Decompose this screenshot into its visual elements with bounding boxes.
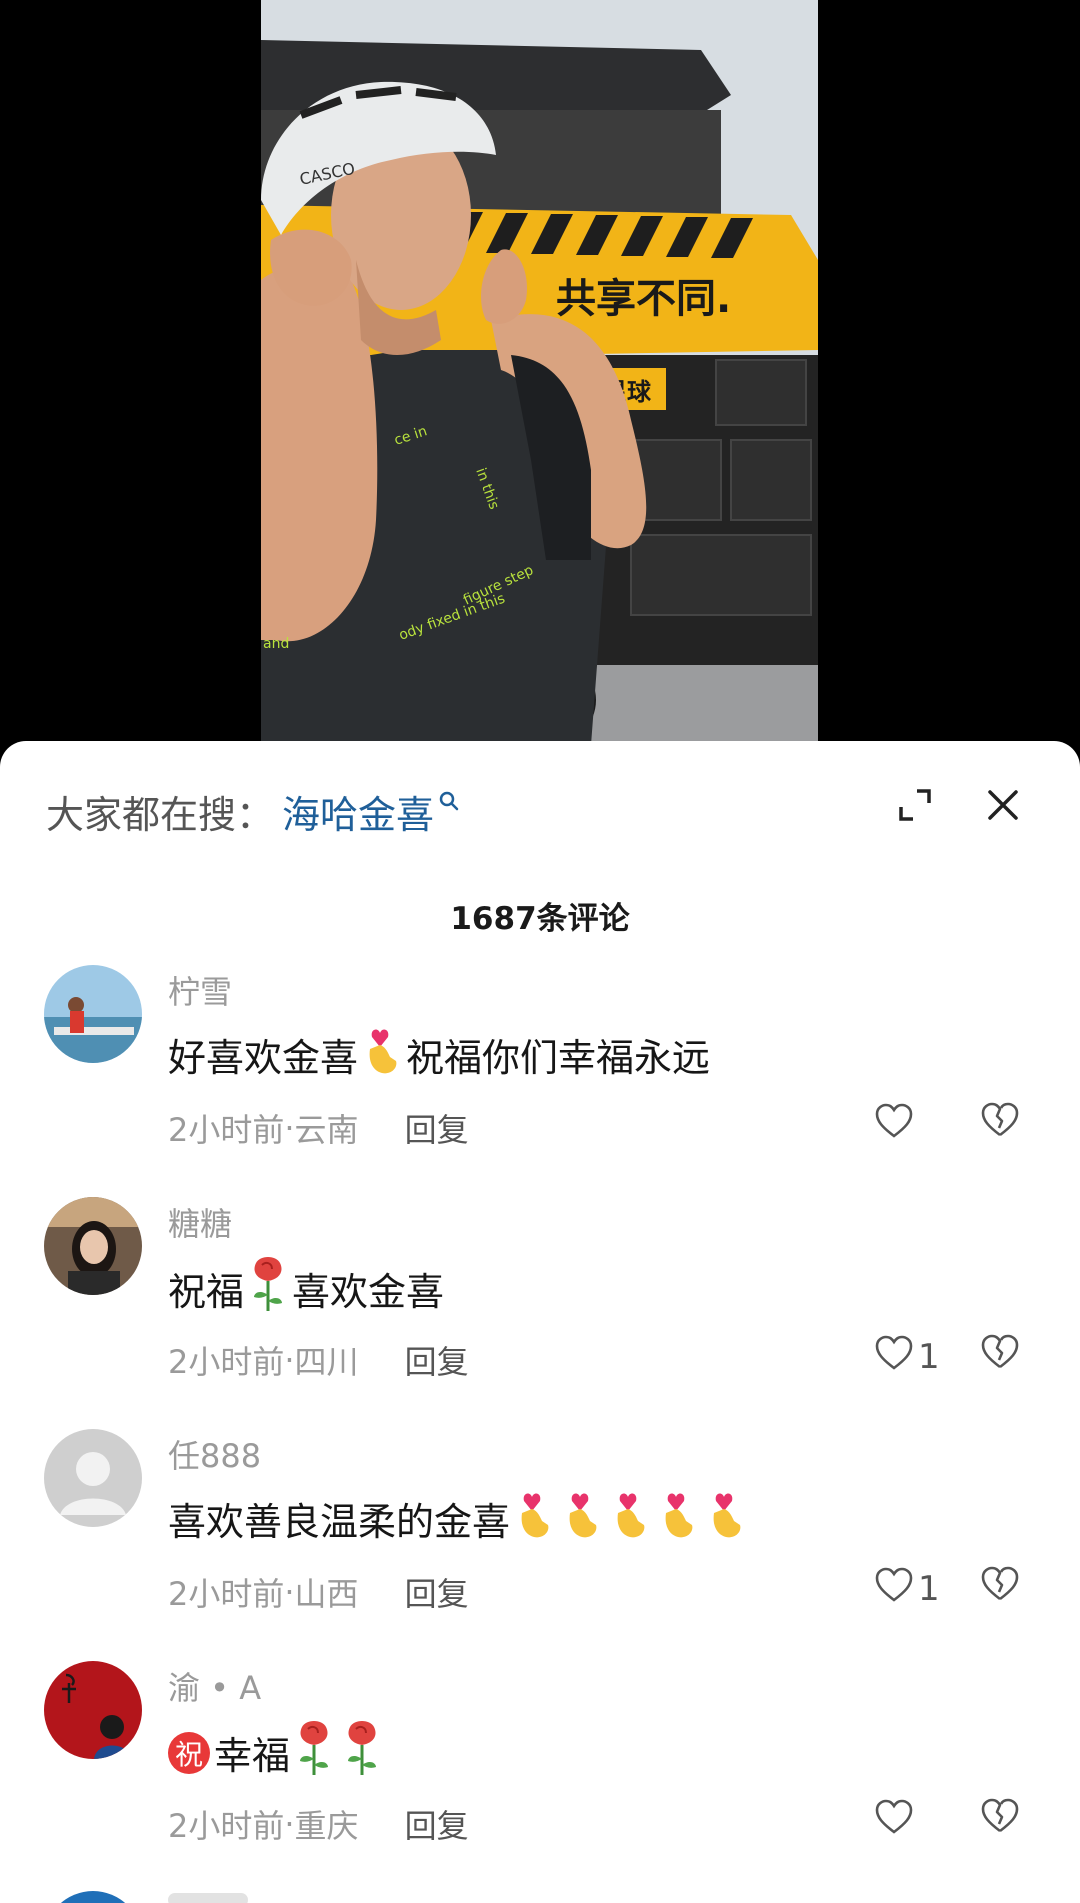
broken-heart-icon <box>980 1566 1020 1607</box>
dislike-button[interactable] <box>980 1101 1020 1149</box>
jersey-text-4: and <box>263 636 289 652</box>
separator: · <box>284 1341 295 1379</box>
video-scene: 共享不同. 鹿星球 <box>261 0 818 745</box>
like-button[interactable]: 1 <box>874 1333 940 1381</box>
trending-search-prefix: 大家都在搜： <box>46 792 275 837</box>
reply-button[interactable]: 回复 <box>405 1337 469 1383</box>
comment-text-part: 祝福 <box>168 1270 245 1314</box>
like-button[interactable]: 1 <box>874 1565 940 1613</box>
close-icon <box>985 787 1021 827</box>
comment-username[interactable]: 任888 <box>168 1431 261 1477</box>
comment-time: 2小时前 <box>168 1807 285 1845</box>
separator: · <box>284 1805 295 1843</box>
separator: · <box>284 1573 295 1611</box>
comment-username[interactable]: 渝 • A <box>168 1663 261 1709</box>
broken-heart-icon <box>980 1102 1020 1143</box>
like-button[interactable] <box>874 1101 918 1149</box>
finger-heart-emoji <box>704 1487 748 1550</box>
trending-search-term[interactable]: 海哈金喜 <box>282 784 434 839</box>
comment-time: 2小时前 <box>168 1575 285 1613</box>
comment-time: 2小时前 <box>168 1111 285 1149</box>
avatar[interactable] <box>44 1429 142 1527</box>
comment-text: 好喜欢金喜 祝福你们幸福永远 <box>168 1023 710 1086</box>
broken-heart-icon <box>980 1334 1020 1375</box>
search-icon <box>438 777 460 821</box>
separator: · <box>284 1109 295 1147</box>
comment-username-placeholder <box>168 1893 248 1903</box>
rose-emoji <box>246 1255 290 1322</box>
like-button[interactable] <box>874 1797 918 1845</box>
close-button[interactable] <box>973 777 1033 837</box>
finger-heart-emoji <box>512 1487 556 1550</box>
comment-item: 渝 • A 祝 幸福 2小时前 · 重庆 回复 <box>0 1661 1080 1893</box>
heart-outline-icon <box>874 1102 914 1149</box>
comment-location: 山西 <box>294 1575 359 1613</box>
dislike-button[interactable] <box>980 1797 1020 1845</box>
comment-username[interactable]: 糖糖 <box>168 1199 232 1245</box>
heart-outline-icon <box>874 1334 914 1381</box>
rose-emoji <box>340 1719 384 1786</box>
banner-text: 共享不同. <box>556 276 731 322</box>
avatar[interactable] <box>44 965 142 1063</box>
comment-item: 任888 喜欢善良温柔的金喜 2小时前 · 山西 回复 1 <box>0 1429 1080 1661</box>
comment-text-part: 好喜欢金喜 <box>168 1036 359 1080</box>
comment-text: 祝福 喜欢金喜 <box>168 1255 444 1322</box>
rose-emoji <box>292 1719 336 1786</box>
comment-meta: 2小时前 · 云南 回复 <box>168 1105 469 1151</box>
finger-heart-emoji <box>360 1023 404 1086</box>
bless-badge: 祝 <box>168 1731 210 1774</box>
broken-heart-icon <box>980 1798 1020 1839</box>
expand-button[interactable] <box>885 777 945 837</box>
avatar[interactable] <box>44 1197 142 1295</box>
like-count: 1 <box>918 1569 940 1609</box>
dislike-button[interactable] <box>980 1565 1020 1613</box>
comment-sheet: 大家都在搜： 海哈金喜 1687条评论 柠雪 好喜欢金喜 祝福你们幸福永远 2小… <box>0 741 1080 1903</box>
expand-icon <box>895 785 935 829</box>
avatar[interactable] <box>44 1661 142 1759</box>
comment-username[interactable]: 柠雪 <box>168 967 232 1013</box>
reply-button[interactable]: 回复 <box>405 1569 469 1615</box>
comment-item: 糖糖 祝福 喜欢金喜 2小时前 · 四川 回复 1 <box>0 1197 1080 1429</box>
video-player[interactable]: 共享不同. 鹿星球 <box>0 0 1080 745</box>
video-frame: 共享不同. 鹿星球 <box>261 0 818 745</box>
finger-heart-emoji <box>560 1487 604 1550</box>
reply-button[interactable]: 回复 <box>405 1801 469 1847</box>
heart-outline-icon <box>874 1798 914 1845</box>
comment-time: 2小时前 <box>168 1343 285 1381</box>
comment-text: 喜欢善良温柔的金喜 <box>168 1487 750 1550</box>
comment-meta: 2小时前 · 山西 回复 <box>168 1569 469 1615</box>
comment-text-part: 喜欢金喜 <box>292 1270 445 1314</box>
comment-location: 四川 <box>294 1343 359 1381</box>
reply-button[interactable]: 回复 <box>405 1105 469 1151</box>
comment-text-part: 喜欢善良温柔的金喜 <box>168 1500 511 1544</box>
like-count: 1 <box>918 1337 940 1377</box>
trending-search[interactable]: 大家都在搜： 海哈金喜 <box>46 781 460 841</box>
comment-meta: 2小时前 · 重庆 回复 <box>168 1801 469 1847</box>
comment-text: 祝 幸福 <box>168 1719 386 1786</box>
finger-heart-emoji <box>608 1487 652 1550</box>
comment-count: 1687条评论 <box>450 901 630 937</box>
comment-location: 云南 <box>294 1111 359 1149</box>
comment-text-part: 幸福 <box>214 1734 291 1778</box>
comment-location: 重庆 <box>294 1807 359 1845</box>
dislike-button[interactable] <box>980 1333 1020 1381</box>
comment-meta: 2小时前 · 四川 回复 <box>168 1337 469 1383</box>
heart-outline-icon <box>874 1566 914 1613</box>
comment-text-part: 祝福你们幸福永远 <box>406 1036 711 1080</box>
finger-heart-emoji <box>656 1487 700 1550</box>
comment-item: 柠雪 好喜欢金喜 祝福你们幸福永远 2小时前 · 云南 回复 <box>0 965 1080 1197</box>
